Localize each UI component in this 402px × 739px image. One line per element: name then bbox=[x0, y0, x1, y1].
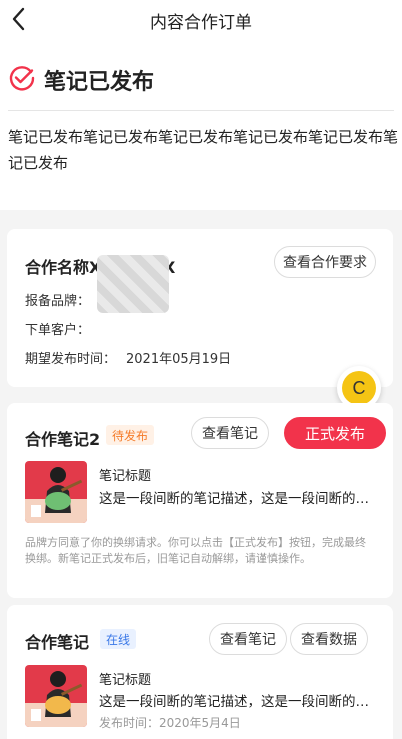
note-card-title: 合作笔记 bbox=[25, 633, 90, 652]
status-description: 笔记已发布笔记已发布笔记已发布笔记已发布笔记已发布笔记已发布 bbox=[8, 128, 399, 172]
divider bbox=[8, 110, 394, 111]
note-card-pending: 合作笔记2 待发布 查看笔记 正式发布 笔记标题 这是一段间断的笔记描述，这是一… bbox=[7, 403, 393, 598]
note-description: 这是一段间断的笔记描述，这是一段间断的笔记描述 bbox=[99, 491, 377, 507]
c-icon: C bbox=[342, 371, 376, 405]
note-thumbnail[interactable] bbox=[25, 665, 87, 727]
note-card-online: 合作笔记 在线 查看笔记 查看数据 笔记标题 这是一段间断的笔记描述，这是一段间… bbox=[7, 605, 393, 739]
note-description: 这是一段间断的笔记描述，这是一段间断的笔记描述 bbox=[99, 694, 377, 710]
status-title: 笔记已发布 bbox=[44, 70, 155, 95]
cooperation-info-card: 合作名称XXXXXXX 查看合作要求 报备品牌： 下单客户： 期望发布时间： 2… bbox=[7, 229, 393, 387]
note-title: 笔记标题 bbox=[99, 673, 152, 688]
view-data-button[interactable]: 查看数据 bbox=[290, 623, 368, 655]
view-note-button[interactable]: 查看笔记 bbox=[191, 417, 269, 449]
status-row: 笔记已发布 bbox=[8, 64, 154, 96]
status-badge: 在线 bbox=[100, 629, 137, 649]
note-thumbnail[interactable] bbox=[25, 461, 87, 523]
expected-date-value: 2021年05月19日 bbox=[126, 352, 232, 367]
note-title: 笔记标题 bbox=[99, 469, 152, 484]
publish-date: 发布时间：2020年5月4日 bbox=[99, 716, 241, 730]
publish-button[interactable]: 正式发布 bbox=[284, 417, 386, 449]
view-requirements-button[interactable]: 查看合作要求 bbox=[274, 246, 376, 278]
expected-date-label: 期望发布时间： bbox=[25, 352, 117, 367]
customer-label: 下单客户： bbox=[25, 323, 91, 338]
brand-label: 报备品牌： bbox=[25, 294, 91, 309]
status-section: 笔记已发布 笔记已发布笔记已发布笔记已发布笔记已发布笔记已发布笔记已发布 bbox=[0, 40, 402, 210]
note-card-title: 合作笔记2 bbox=[25, 430, 101, 449]
page-title: 内容合作订单 bbox=[150, 13, 252, 33]
status-badge: 待发布 bbox=[106, 425, 155, 445]
hint-text: 品牌方同意了你的换绑请求。你可以点击【正式发布】按钮，完成最终换绑。新笔记正式发… bbox=[25, 536, 366, 565]
redacted-image bbox=[97, 255, 169, 313]
check-circle-icon bbox=[8, 64, 36, 96]
view-note-button[interactable]: 查看笔记 bbox=[209, 623, 287, 655]
top-bar: 内容合作订单 bbox=[0, 0, 402, 40]
